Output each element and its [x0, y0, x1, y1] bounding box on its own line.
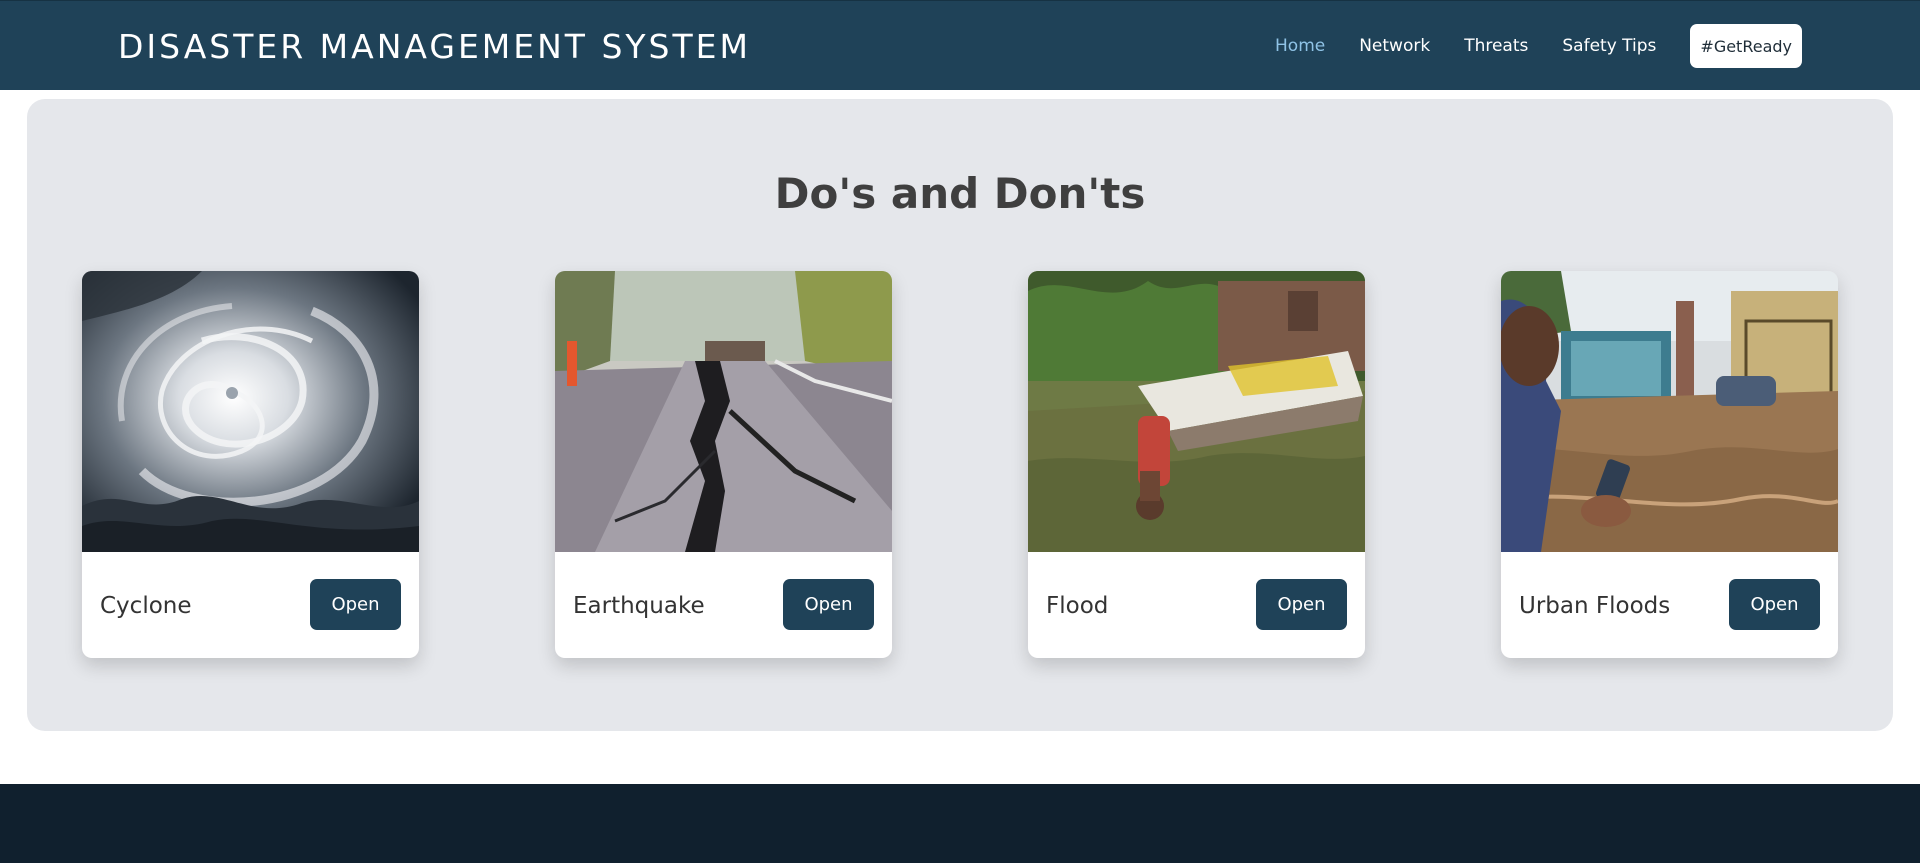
- section-title: Do's and Don'ts: [774, 169, 1146, 218]
- card-footer: Urban Floods Open: [1501, 552, 1838, 658]
- card-footer: Earthquake Open: [555, 552, 892, 658]
- card-footer: Cyclone Open: [82, 552, 419, 658]
- nav-link-threats[interactable]: Threats: [1464, 36, 1528, 56]
- card-urban-floods: Urban Floods Open: [1501, 271, 1838, 658]
- card-title: Earthquake: [573, 593, 705, 619]
- open-urban-floods-button[interactable]: Open: [1729, 579, 1820, 630]
- page-footer: [0, 784, 1920, 863]
- card-footer: Flood Open: [1028, 552, 1365, 658]
- open-earthquake-button[interactable]: Open: [783, 579, 874, 630]
- nav-links: Home Network Threats Safety Tips #GetRea…: [1241, 24, 1802, 68]
- flooded-village-image: [1028, 271, 1365, 552]
- cracked-road-image: [555, 271, 892, 552]
- open-flood-button[interactable]: Open: [1256, 579, 1347, 630]
- card-flood: Flood Open: [1028, 271, 1365, 658]
- card-cyclone: Cyclone Open: [82, 271, 419, 658]
- card-title: Cyclone: [100, 593, 192, 619]
- top-navbar: DISASTER MANAGEMENT SYSTEM Home Network …: [0, 0, 1920, 90]
- nav-link-network[interactable]: Network: [1359, 36, 1430, 56]
- dos-and-donts-section: Do's and Don'ts Cyclone Open Earthquake …: [27, 99, 1893, 731]
- brand-title[interactable]: DISASTER MANAGEMENT SYSTEM: [118, 27, 751, 66]
- cyclone-satellite-image: [82, 271, 419, 552]
- flooded-street-image: [1501, 271, 1838, 552]
- nav-link-home[interactable]: Home: [1275, 36, 1325, 56]
- nav-link-safety-tips[interactable]: Safety Tips: [1562, 36, 1656, 56]
- card-title: Urban Floods: [1519, 593, 1671, 619]
- get-ready-button[interactable]: #GetReady: [1690, 24, 1802, 68]
- card-earthquake: Earthquake Open: [555, 271, 892, 658]
- open-cyclone-button[interactable]: Open: [310, 579, 401, 630]
- card-title: Flood: [1046, 593, 1109, 619]
